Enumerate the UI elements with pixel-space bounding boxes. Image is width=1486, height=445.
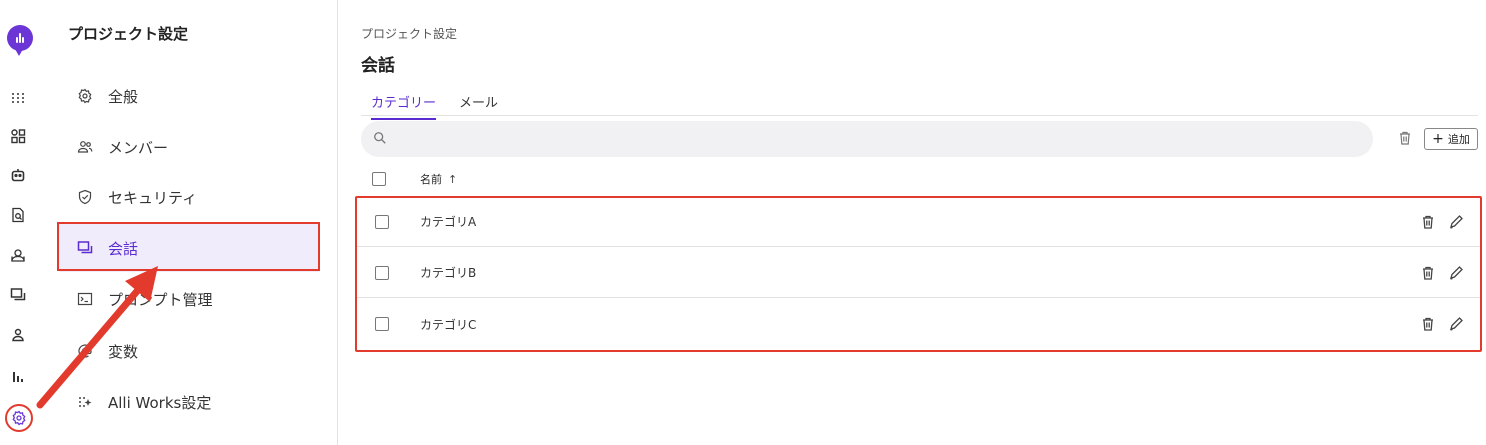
nav-item-members[interactable]: メンバー: [58, 123, 320, 171]
nav-item-alli-works[interactable]: Alli Works設定: [58, 378, 320, 426]
user-icon[interactable]: [9, 326, 27, 344]
settings-icon[interactable]: [5, 404, 33, 432]
nav-item-general[interactable]: 全般: [58, 72, 320, 120]
column-header-name[interactable]: 名前 ↑: [420, 171, 457, 187]
nav-item-label: 変数: [108, 342, 139, 361]
users-icon: [76, 138, 94, 156]
tab-bar: カテゴリー メール: [361, 88, 1478, 120]
terminal-icon: [76, 290, 94, 308]
conversation-icon[interactable]: [9, 286, 27, 304]
shield-icon: [76, 188, 94, 206]
search-icon: [373, 130, 387, 149]
sparkle-icon: [76, 393, 94, 411]
at-icon: [76, 342, 94, 360]
page-title: 会話: [361, 56, 395, 76]
breadcrumb[interactable]: プロジェクト設定: [361, 25, 457, 42]
analytics-icon[interactable]: [9, 368, 27, 386]
knowledge-icon[interactable]: [9, 246, 27, 264]
search-input[interactable]: [395, 131, 1295, 147]
app: プロジェクト設定 全般 メンバー セキュリティ 会話 プロンプト管理 変数 Al…: [0, 0, 1486, 445]
highlight-box-rows: [355, 196, 1482, 352]
nav-item-label: メンバー: [108, 138, 169, 157]
icon-rail: [0, 0, 42, 445]
highlight-box-nav: [57, 222, 320, 271]
add-button-label: 追加: [1447, 133, 1470, 146]
sort-ascending-icon: ↑: [448, 173, 458, 186]
app-logo-icon[interactable]: [7, 25, 33, 56]
plus-icon: +: [1432, 131, 1444, 147]
nav-item-label: セキュリティ: [108, 188, 198, 207]
nav-item-variables[interactable]: 変数: [58, 327, 320, 375]
add-button[interactable]: + 追加: [1424, 128, 1478, 150]
nav-item-label: Alli Works設定: [108, 393, 212, 412]
grid-icon[interactable]: [9, 89, 27, 107]
nav-item-security[interactable]: セキュリティ: [58, 173, 320, 221]
select-all-checkbox[interactable]: [372, 172, 386, 186]
document-search-icon[interactable]: [9, 206, 27, 224]
tab-category[interactable]: カテゴリー: [371, 92, 437, 120]
apps-icon[interactable]: [9, 127, 27, 145]
bulk-delete-icon[interactable]: [1397, 130, 1413, 146]
nav-item-prompts[interactable]: プロンプト管理: [58, 275, 320, 323]
tab-mail[interactable]: メール: [459, 92, 498, 118]
table-header: 名前 ↑: [361, 166, 1478, 192]
nav-item-label: 全般: [108, 87, 139, 106]
column-header-label: 名前: [420, 173, 442, 186]
search-bar[interactable]: [361, 121, 1373, 157]
nav-item-label: プロンプト管理: [108, 290, 213, 309]
gear-icon: [76, 87, 94, 105]
nav-title: プロジェクト設定: [68, 25, 189, 43]
bot-icon[interactable]: [9, 166, 27, 184]
